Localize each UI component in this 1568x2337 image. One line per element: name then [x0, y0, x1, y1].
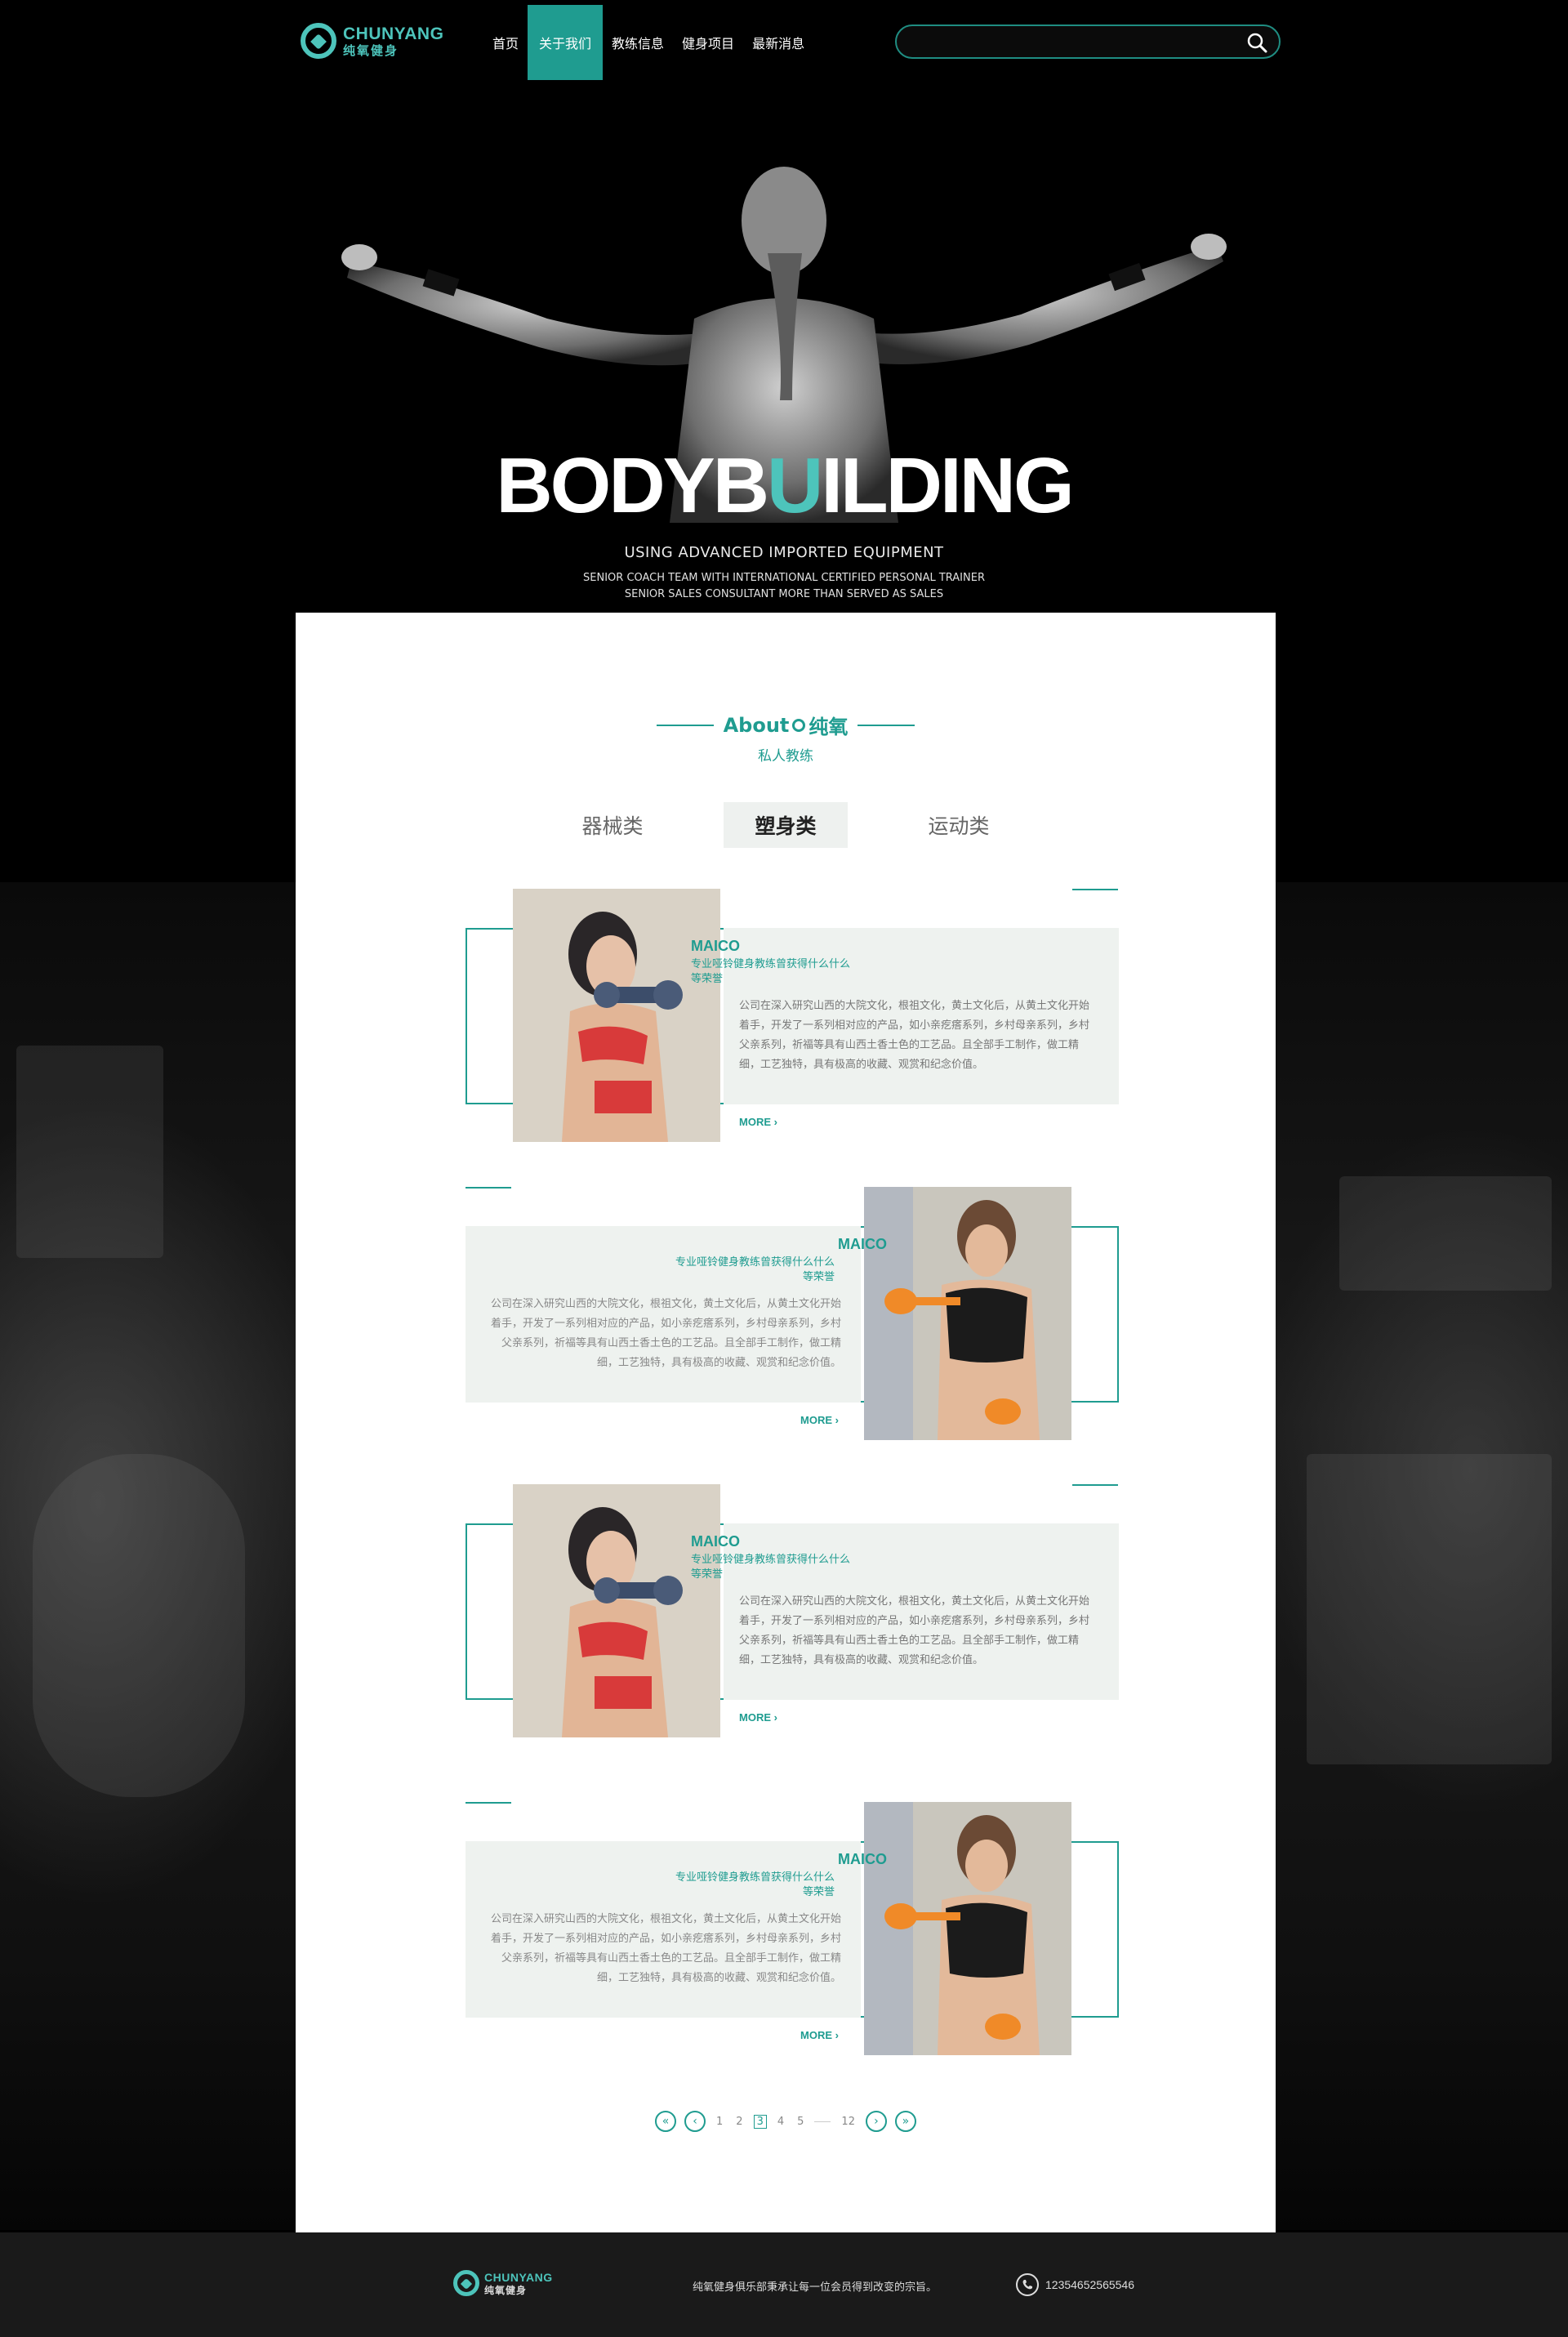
accent-line: [1072, 889, 1118, 890]
coach-description: 公司在深入研究山西的大院文化，根祖文化，黄土文化后，从黄土文化开始着手，开发了一…: [490, 1913, 841, 1984]
footer-brand-en: CHUNYANG: [484, 2270, 553, 2284]
nav-item-1[interactable]: 关于我们: [528, 5, 604, 80]
bg-weight-rack: [1307, 1454, 1552, 1764]
coach-card: MAICO 专业哑铃健身教练曾获得什么什么等荣誉公司在深入研究山西的大院文化，根祖…: [466, 1802, 1119, 2055]
coach-description: 公司在深入研究山西的大院文化，根祖文化，黄土文化后，从黄土文化开始着手，开发了一…: [490, 1298, 841, 1369]
main-nav: 首页 关于我们 教练信息 健身项目 最新消息: [483, 5, 813, 80]
nav-item-2[interactable]: 教练信息: [603, 5, 673, 80]
tab-2[interactable]: 运动类: [897, 802, 1021, 848]
nav-item-0[interactable]: 首页: [483, 5, 528, 80]
coach-name: MAICO: [838, 1851, 887, 1867]
footer-phone: 12354652565546: [1016, 2273, 1134, 2296]
footer-slogan: 纯氧健身俱乐部秉承让每一位会员得到改变的宗旨。: [693, 2281, 938, 2294]
more-link[interactable]: MORE ›: [739, 1711, 777, 1724]
accent-line: [1072, 1484, 1118, 1486]
divider-line: [656, 724, 714, 726]
heart-logo-icon: [301, 23, 336, 59]
site-footer: CHUNYANG 纯氧健身 纯氧健身俱乐部秉承让每一位会员得到改变的宗旨。 12…: [0, 2232, 1568, 2337]
accent-line: [466, 1802, 511, 1804]
coach-title: 专业哑铃健身教练曾获得什么什么等荣誉: [691, 958, 851, 985]
hero-subtitle: USING ADVANCED IMPORTED EQUIPMENT: [624, 544, 944, 561]
about-subtitle: 私人教练: [758, 748, 813, 765]
about-title-cn: 纯氧: [808, 716, 849, 738]
pagination: «‹ 1 2 3 4 5 12 ›»: [296, 2111, 1276, 2132]
tab-0[interactable]: 器械类: [550, 802, 675, 848]
page-ellipsis: [814, 2121, 831, 2122]
hero-title: BODYBUILDING: [496, 442, 1074, 529]
site-header: CHUNYANG 纯氧健身 首页 关于我们 教练信息 健身项目 最新消息: [0, 0, 1568, 82]
search-box: [895, 25, 1281, 59]
footer-brand-cn: 纯氧健身: [484, 2284, 528, 2296]
coach-card: MAICO 专业哑铃健身教练曾获得什么什么等荣誉公司在深入研究山西的大院文化，根祖…: [466, 1484, 1119, 1737]
accent-line: [466, 1187, 511, 1189]
coach-photo: [513, 889, 720, 1142]
hero-banner: BODYBUILDING USING ADVANCED IMPORTED EQU…: [0, 82, 1568, 652]
page-number[interactable]: 12: [839, 2116, 858, 2128]
page-number[interactable]: 1: [714, 2116, 725, 2128]
phone-number: 12354652565546: [1045, 2278, 1135, 2291]
coach-card: MAICO 专业哑铃健身教练曾获得什么什么等荣誉公司在深入研究山西的大院文化，根祖…: [466, 1187, 1119, 1440]
hero-tagline-1: SENIOR COACH TEAM WITH INTERNATIONAL CER…: [583, 572, 985, 584]
page-number[interactable]: 4: [775, 2116, 786, 2128]
search-input[interactable]: [911, 33, 1222, 51]
page-number[interactable]: 2: [733, 2116, 745, 2128]
about-title-en: About: [723, 713, 790, 737]
coach-title: 专业哑铃健身教练曾获得什么什么等荣誉: [675, 1871, 835, 1898]
coach-title: 专业哑铃健身教练曾获得什么什么等荣誉: [691, 1554, 851, 1581]
hero-tagline-2: SENIOR SALES CONSULTANT MORE THAN SERVED…: [624, 588, 944, 600]
heart-logo-icon: [453, 2270, 479, 2296]
coach-photo: [864, 1187, 1071, 1440]
more-link[interactable]: MORE ›: [800, 2029, 839, 2041]
last-page-button[interactable]: »: [894, 2111, 916, 2132]
prev-page-button[interactable]: ‹: [684, 2111, 706, 2132]
footer-logo[interactable]: CHUNYANG 纯氧健身: [453, 2270, 553, 2296]
coach-photo: [864, 1802, 1071, 2055]
about-heading: About 纯氧 私人教练: [296, 711, 1276, 765]
bg-gym-machine: [16, 1046, 163, 1258]
more-link[interactable]: MORE ›: [739, 1116, 777, 1128]
page-number[interactable]: 5: [795, 2116, 806, 2128]
page-number[interactable]: 3: [753, 2114, 767, 2129]
nav-item-4[interactable]: 最新消息: [743, 5, 813, 80]
search-icon[interactable]: [1246, 32, 1267, 53]
bg-exercise-bike: [33, 1454, 245, 1797]
coach-photo: [513, 1484, 720, 1737]
coach-card: MAICO 专业哑铃健身教练曾获得什么什么等荣誉公司在深入研究山西的大院文化，根祖…: [466, 889, 1119, 1142]
coach-description: 公司在深入研究山西的大院文化，根祖文化，黄土文化后，从黄土文化开始着手，开发了一…: [739, 1000, 1090, 1071]
category-tabs: 器械类 塑身类 运动类: [296, 802, 1276, 848]
divider-line: [858, 724, 915, 726]
coach-description: 公司在深入研究山西的大院文化，根祖文化，黄土文化后，从黄土文化开始着手，开发了一…: [739, 1595, 1090, 1666]
tab-1[interactable]: 塑身类: [724, 802, 848, 848]
first-page-button[interactable]: «: [655, 2111, 677, 2132]
brand-name-cn: 纯氧健身: [343, 42, 399, 58]
coach-name: MAICO: [691, 938, 740, 954]
more-link[interactable]: MORE ›: [800, 1414, 839, 1426]
coach-name: MAICO: [838, 1236, 887, 1252]
brand-logo[interactable]: CHUNYANG 纯氧健身: [301, 23, 443, 59]
phone-icon: [1016, 2273, 1039, 2296]
ring-icon: [792, 718, 806, 732]
content-panel: About 纯氧 私人教练 器械类 塑身类 运动类 MAICO 专业哑铃健身教练曾获得…: [296, 613, 1276, 2232]
coach-title: 专业哑铃健身教练曾获得什么什么等荣誉: [675, 1256, 835, 1283]
next-page-button[interactable]: ›: [865, 2111, 887, 2132]
bg-tv-screen: [1339, 1176, 1552, 1291]
brand-name-en: CHUNYANG: [343, 24, 444, 43]
coach-name: MAICO: [691, 1533, 740, 1550]
nav-item-3[interactable]: 健身项目: [673, 5, 743, 80]
